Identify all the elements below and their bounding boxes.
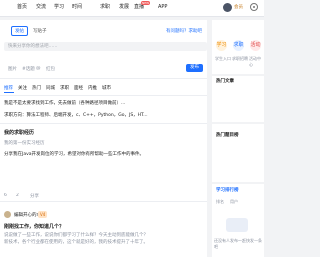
feed-tab-recommend[interactable]: 推荐 [4, 85, 13, 91]
toolbar-redpacket[interactable]: 红包 [46, 66, 55, 72]
post-2-comment-count[interactable]: 2 [16, 193, 19, 198]
settings-gear-icon[interactable] [250, 3, 258, 11]
jobs-entry-label: 求职招聘 [232, 56, 248, 61]
rank-card: 学习排行榜 排名 用户 还没有人发布～赶快发一条吧 [212, 184, 264, 257]
toolbar-mention[interactable]: @ [36, 66, 41, 71]
nav-item-growth[interactable]: 发展 [119, 3, 129, 11]
main-feed-card: 发帖 写贴子 有问题吗？求助吧 快来分享你的想法吧…… 图片 #话题 @ 红包 … [0, 20, 207, 257]
jobs-entry-icon[interactable]: 求职 [233, 40, 244, 51]
post-1-line-1[interactable]: 我是不是太要求找到工作，先去做前（各种路径项目做前）... [4, 100, 204, 106]
tab-posts[interactable]: 发帖 [11, 26, 28, 36]
recommend-title: 热门题目榜 [216, 133, 239, 138]
post-input[interactable]: 快来分享你的想法吧…… [4, 42, 207, 51]
hot-articles-card: 热门文章 [212, 76, 264, 122]
member-link[interactable]: 会员 [234, 4, 243, 10]
post-3-avatar[interactable] [4, 211, 11, 218]
nav-item-app[interactable]: APP [158, 3, 167, 11]
nav-item-learn[interactable]: 学习 [54, 3, 64, 11]
top-nav-bar: 首页 交流 学习 时间 求职 发展 直播 NEW APP 会员 [0, 0, 264, 17]
nav-item-time[interactable]: 时间 [72, 3, 82, 11]
feed-tab-interview[interactable]: 面经 [74, 85, 83, 91]
toolbar-topic[interactable]: #话题 [22, 66, 35, 72]
events-entry-icon[interactable]: 活动 [250, 40, 261, 51]
publish-button[interactable]: 发布 [186, 64, 203, 72]
help-link[interactable]: 有问题吗？求助吧 [166, 28, 202, 34]
feed-tab-hot[interactable]: 热门 [32, 85, 41, 91]
post-3-line-2[interactable]: 新技术，各个行业都在使用的，这个就是好的，我的技术提升了十年了。 [4, 239, 204, 245]
rank-col-user: 用户 [230, 199, 238, 204]
empty-state-illustration [226, 218, 248, 232]
new-badge: NEW [141, 1, 151, 5]
post-2-like-count[interactable]: 6 [4, 193, 7, 198]
post-3-author[interactable]: 编辑开心的水 [14, 212, 41, 218]
post-2-title[interactable]: 我的求职经历 [4, 129, 34, 136]
feed-tab-cities[interactable]: 城市 [102, 85, 111, 91]
rank-col-rank: 排名 [216, 199, 224, 204]
feed-tab-jobs[interactable]: 求职 [60, 85, 69, 91]
toolbar-image[interactable]: 图片 [8, 66, 17, 72]
nav-item-community[interactable]: 交流 [36, 3, 46, 11]
post-2-line-1[interactable]: 我的第一份实习经历 [4, 140, 204, 146]
nav-item-home[interactable]: 首页 [17, 3, 27, 11]
active-tab-underline [4, 92, 14, 93]
write-post-tab[interactable]: 写贴子 [33, 28, 47, 34]
feed-tab-referral[interactable]: 内推 [88, 85, 97, 91]
user-avatar[interactable] [223, 3, 232, 12]
recommend-card: 热门题目榜 [212, 124, 264, 182]
feed-tab-city[interactable]: 同城 [46, 85, 55, 91]
post-1-line-2[interactable]: 求职方向：算法工程师、后端开发，c、C++，Python，Go，JS，HT... [4, 112, 204, 118]
post-2-line-2[interactable]: 分享我在Java开发岗位的学习，希望对你有所帮助一些工作中的事件。 [4, 151, 204, 157]
quick-entry-card: 学习 求职 活动 学生入口 求职招聘 活动中心 [212, 20, 264, 74]
post-3-level-badge: V4 [38, 211, 48, 218]
feed-tab-follow[interactable]: 关注 [18, 85, 27, 91]
learn-entry-icon[interactable]: 学习 [216, 40, 227, 51]
hot-articles-title: 热门文章 [216, 79, 234, 84]
rank-empty-text: 还没有人发布～赶快发一条吧 [214, 238, 262, 249]
rank-title: 学习排行榜 [216, 188, 239, 193]
nav-item-jobs[interactable]: 求职 [100, 3, 110, 11]
events-entry-label: 活动中心 [249, 56, 261, 67]
post-3-line-1[interactable]: 说说做了一些工作，说说你们都学习了什么样？今天主动到底能做几个？ [4, 232, 204, 238]
post-2-share[interactable]: 分享 [30, 193, 39, 199]
post-3-title[interactable]: 刚刚找工作，你知道几个？ [4, 223, 64, 230]
learn-entry-label: 学生入口 [215, 56, 231, 61]
